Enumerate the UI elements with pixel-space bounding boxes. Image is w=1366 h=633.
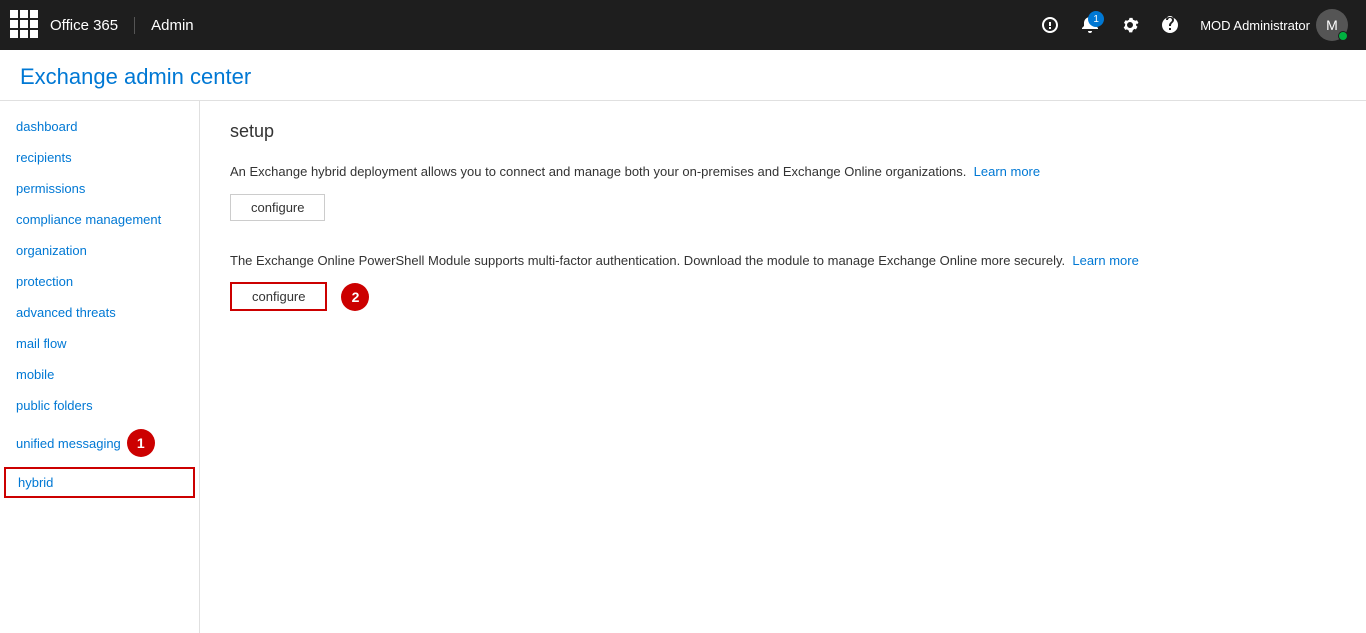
page-container: Exchange admin center dashboard recipien… xyxy=(0,50,1366,633)
configure-button-2[interactable]: configure xyxy=(230,282,327,311)
annotation-circle-2: 2 xyxy=(341,283,369,311)
sidebar-item-dashboard[interactable]: dashboard xyxy=(0,111,199,142)
user-name: MOD Administrator xyxy=(1200,18,1310,33)
notification-icon[interactable]: 1 xyxy=(1072,7,1108,43)
powershell-text: The Exchange Online PowerShell Module su… xyxy=(230,251,1336,271)
sidebar-item-public-folders[interactable]: public folders xyxy=(0,390,199,421)
avatar-online-badge xyxy=(1338,31,1348,41)
topbar-section: Admin xyxy=(151,17,194,34)
powershell-block: The Exchange Online PowerShell Module su… xyxy=(230,251,1336,312)
grid-icon[interactable] xyxy=(10,10,40,40)
topbar-icons: 1 MOD Administrator M xyxy=(1032,7,1356,43)
configure-btn-row-2: configure 2 xyxy=(230,282,1336,311)
topbar: Office 365 Admin 1 MOD Administrator xyxy=(0,0,1366,50)
hybrid-deployment-block: An Exchange hybrid deployment allows you… xyxy=(230,162,1336,221)
sidebar-item-compliance-management[interactable]: compliance management xyxy=(0,204,199,235)
sidebar-item-hybrid[interactable]: hybrid xyxy=(4,467,195,498)
configure-button-1[interactable]: configure xyxy=(230,194,325,221)
hybrid-deployment-text: An Exchange hybrid deployment allows you… xyxy=(230,162,1336,182)
help-icon[interactable] xyxy=(1152,7,1188,43)
main-layout: dashboard recipients permissions complia… xyxy=(0,101,1366,633)
sidebar-item-protection[interactable]: protection xyxy=(0,266,199,297)
learn-more-link-2[interactable]: Learn more xyxy=(1072,253,1138,268)
annotation-circle-1: 1 xyxy=(127,429,155,457)
sidebar-item-advanced-threats[interactable]: advanced threats xyxy=(0,297,199,328)
main-content: setup An Exchange hybrid deployment allo… xyxy=(200,101,1366,633)
section-title: setup xyxy=(230,121,1336,142)
sidebar-item-organization[interactable]: organization xyxy=(0,235,199,266)
sidebar-item-permissions[interactable]: permissions xyxy=(0,173,199,204)
sidebar-item-mobile[interactable]: mobile xyxy=(0,359,199,390)
skype-icon[interactable] xyxy=(1032,7,1068,43)
configure-btn-row-1: configure xyxy=(230,194,1336,221)
sidebar-item-unified-messaging[interactable]: unified messaging 1 xyxy=(0,421,199,465)
avatar: M xyxy=(1316,9,1348,41)
notification-badge: 1 xyxy=(1088,11,1104,27)
settings-icon[interactable] xyxy=(1112,7,1148,43)
learn-more-link-1[interactable]: Learn more xyxy=(974,164,1040,179)
sidebar: dashboard recipients permissions complia… xyxy=(0,101,200,633)
user-menu[interactable]: MOD Administrator M xyxy=(1192,9,1356,41)
sidebar-item-mail-flow[interactable]: mail flow xyxy=(0,328,199,359)
sidebar-item-recipients[interactable]: recipients xyxy=(0,142,199,173)
app-title[interactable]: Office 365 xyxy=(50,17,135,34)
page-title: Exchange admin center xyxy=(0,50,1366,101)
